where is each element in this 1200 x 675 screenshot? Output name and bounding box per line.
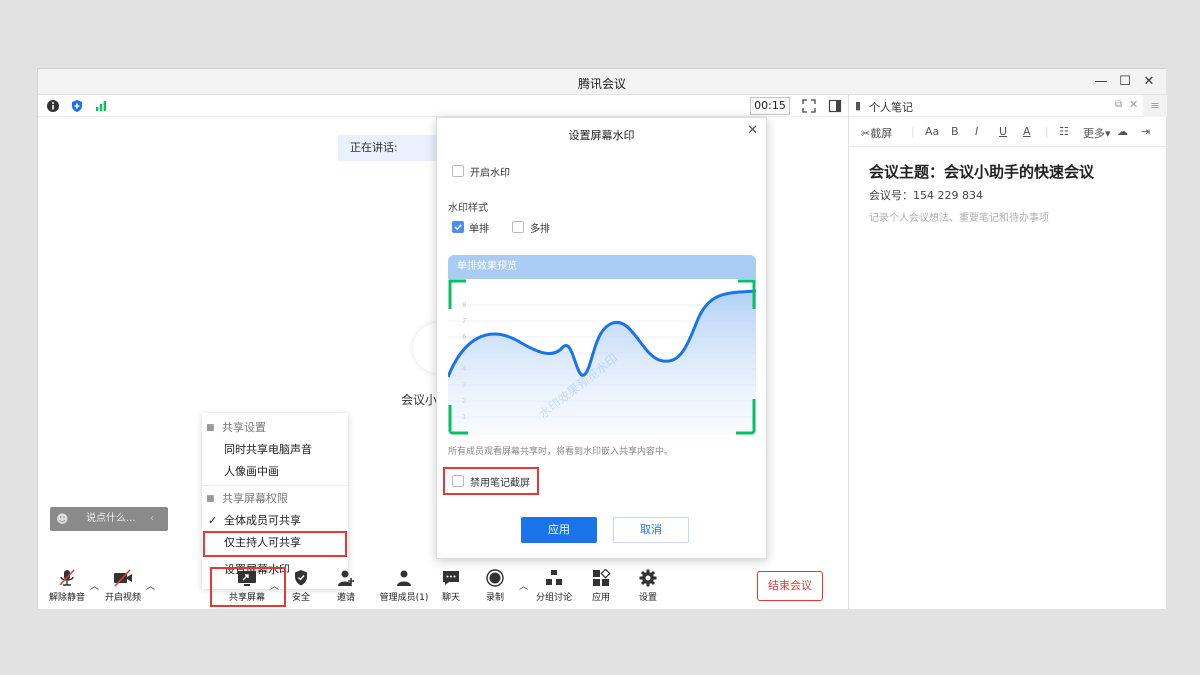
toolbar-divider: | bbox=[1045, 125, 1049, 138]
font-size-tool[interactable]: Aa bbox=[925, 125, 939, 138]
meeting-toolbar: 解除静音 ︿ 开启视频 ︿ 共享屏幕 ︿ 安全 邀请 管理成员(1) 聊天 录制… bbox=[38, 561, 848, 609]
apps-button[interactable]: 应用 bbox=[576, 569, 626, 603]
menu-item-pip[interactable]: 人像画中画 bbox=[202, 461, 348, 483]
window-title: 腾讯会议 bbox=[577, 77, 626, 91]
video-options-chevron[interactable]: ︿ bbox=[146, 579, 155, 592]
popout-icon[interactable]: ⧉ bbox=[1115, 99, 1122, 110]
notes-panel: ▮ 个人笔记 ⧉ ✕ ≡ ✂截屏 | Aa B I U A | ☷ 更多▾ ☁ … bbox=[848, 95, 1167, 609]
settings-button[interactable]: 设置 bbox=[623, 569, 673, 603]
security-shield-icon bbox=[295, 570, 307, 586]
cloud-upload-icon[interactable]: ☁ bbox=[1117, 125, 1128, 138]
invite-button[interactable]: 邀请 bbox=[321, 569, 371, 603]
multi-row-label: 多排 bbox=[530, 224, 550, 235]
share-settings-icon: ■ bbox=[206, 423, 215, 433]
camera-off-icon bbox=[114, 569, 132, 587]
check-icon: ✓ bbox=[208, 514, 218, 527]
tick-label: 7 bbox=[462, 317, 466, 325]
share-settings-section: ■ 共享设置 bbox=[202, 417, 348, 439]
multi-row-checkbox[interactable] bbox=[512, 221, 524, 233]
status-bar: 00:15 bbox=[38, 95, 848, 117]
record-button[interactable]: 录制 bbox=[470, 569, 520, 603]
style-label: 水印样式 bbox=[448, 203, 488, 214]
info-icon[interactable] bbox=[46, 99, 60, 113]
watermark-preview: 单排效果预览 8 7 6 5 4 3 2 bbox=[448, 255, 756, 435]
menu-item-share-audio[interactable]: 同时共享电脑声音 bbox=[202, 439, 348, 461]
mute-button[interactable]: 解除静音 bbox=[42, 569, 92, 603]
dialog-title: 设置屏幕水印 bbox=[568, 129, 635, 142]
share-permission-icon: ■ bbox=[206, 494, 215, 504]
microphone-muted-icon bbox=[59, 569, 75, 586]
note-heading[interactable]: 会议主题：会议小助手的快速会议 bbox=[869, 161, 1094, 182]
enable-watermark-checkbox[interactable] bbox=[452, 165, 464, 177]
notes-title: 个人笔记 bbox=[869, 101, 913, 114]
dialog-close-icon[interactable]: ✕ bbox=[747, 123, 758, 138]
more-tools[interactable]: 更多▾ bbox=[1083, 125, 1111, 141]
chat-button[interactable]: 聊天 bbox=[426, 569, 476, 603]
apps-icon bbox=[593, 569, 611, 586]
chat-input[interactable]: ☻ 说点什么... ‹ bbox=[50, 507, 168, 531]
bold-tool[interactable]: B bbox=[951, 125, 959, 138]
enable-watermark-label: 开启水印 bbox=[470, 168, 510, 179]
menu-divider bbox=[202, 485, 348, 486]
disable-screenshot-label: 禁用笔记截屏 bbox=[470, 478, 530, 489]
meeting-id: 会议号：154 229 834 bbox=[869, 189, 983, 202]
single-row-checkbox[interactable] bbox=[452, 221, 464, 233]
participant-name: 会议小 bbox=[401, 393, 438, 407]
emoji-icon[interactable]: ☻ bbox=[56, 507, 69, 531]
scissors-icon: ✂ bbox=[861, 127, 871, 140]
watermark-dialog: 设置屏幕水印 ✕ 开启水印 水印样式 单排 多排 单排效果预览 8 7 6 水印… bbox=[436, 117, 767, 559]
meeting-timer: 00:15 bbox=[750, 97, 790, 115]
preview-chart: 8 7 6 5 4 3 2 1 水印效果预览水印 bbox=[448, 279, 756, 435]
toolbar-divider: | bbox=[911, 125, 915, 138]
minimize-button[interactable]: — bbox=[1090, 72, 1112, 92]
chat-icon bbox=[443, 571, 459, 585]
layout-icon[interactable] bbox=[828, 99, 842, 113]
chat-placeholder: 说点什么... bbox=[86, 513, 136, 524]
font-color-tool[interactable]: A bbox=[1023, 125, 1031, 138]
record-icon bbox=[486, 569, 504, 587]
invite-icon bbox=[338, 570, 354, 586]
tick-label: 6 bbox=[462, 333, 467, 341]
shield-icon[interactable] bbox=[70, 99, 84, 113]
collapse-icon[interactable]: ‹ bbox=[150, 507, 154, 531]
title-bar: 腾讯会议 — ☐ ✕ bbox=[38, 69, 1166, 95]
end-meeting-button[interactable]: 结束会议 bbox=[757, 571, 823, 601]
notes-toolbar: ✂截屏 | Aa B I U A | ☷ 更多▾ ☁ ⇥ bbox=[849, 117, 1167, 147]
menu-item-all-can-share[interactable]: ✓ 全体成员可共享 bbox=[202, 510, 348, 532]
video-button[interactable]: 开启视频 bbox=[98, 569, 148, 603]
signal-icon[interactable] bbox=[94, 99, 108, 113]
underline-tool[interactable]: U bbox=[999, 125, 1007, 138]
checkmark-icon bbox=[454, 224, 462, 231]
disable-screenshot-checkbox[interactable] bbox=[452, 475, 464, 487]
preview-title: 单排效果预览 bbox=[448, 255, 756, 279]
notebook-icon: ▮ bbox=[855, 99, 862, 112]
notes-header: ▮ 个人笔记 ⧉ ✕ ≡ bbox=[849, 95, 1167, 117]
menu-icon[interactable]: ≡ bbox=[1143, 95, 1167, 117]
share-button-highlight bbox=[210, 567, 286, 607]
apply-button[interactable]: 应用 bbox=[521, 517, 597, 543]
italic-tool[interactable]: I bbox=[975, 125, 978, 138]
note-placeholder[interactable]: 记录个人会议想法、重要笔记和待办事项 bbox=[869, 209, 1049, 224]
single-row-label: 单排 bbox=[469, 224, 489, 235]
speaking-indicator: 正在讲话: bbox=[338, 135, 448, 161]
close-notes-icon[interactable]: ✕ bbox=[1129, 98, 1138, 111]
watermark-item-highlight bbox=[203, 531, 347, 557]
gear-icon bbox=[639, 569, 657, 587]
watermark-notice: 所有成员观看屏幕共享时，将看到水印嵌入共享内容中。 bbox=[448, 447, 674, 457]
tick-label: 8 bbox=[462, 301, 466, 309]
breakout-icon bbox=[546, 570, 562, 585]
share-permission-section: ■ 共享屏幕权限 bbox=[202, 488, 348, 510]
export-icon[interactable]: ⇥ bbox=[1141, 125, 1150, 138]
cancel-button[interactable]: 取消 bbox=[613, 517, 689, 543]
screenshot-tool[interactable]: ✂截屏 bbox=[861, 125, 892, 141]
record-options-chevron[interactable]: ︿ bbox=[519, 579, 528, 592]
members-icon bbox=[397, 570, 411, 586]
list-tool[interactable]: ☷ bbox=[1059, 125, 1069, 138]
close-button[interactable]: ✕ bbox=[1138, 72, 1160, 92]
breakout-rooms-button[interactable]: 分组讨论 bbox=[529, 569, 579, 603]
maximize-button[interactable]: ☐ bbox=[1114, 72, 1136, 92]
fullscreen-icon[interactable] bbox=[802, 99, 816, 113]
